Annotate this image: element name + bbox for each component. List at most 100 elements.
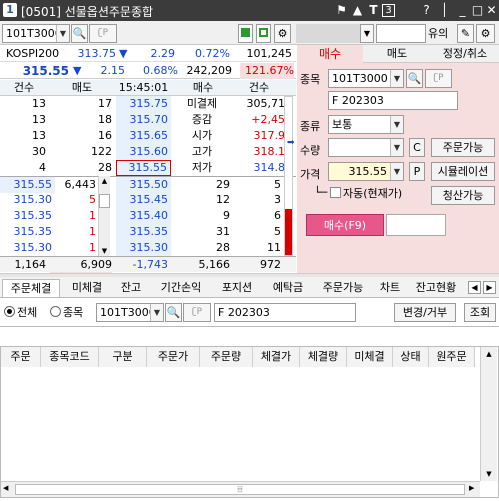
c-button[interactable]: C xyxy=(409,138,425,157)
help-icon[interactable]: ? xyxy=(419,2,434,18)
ask-row[interactable]: 30 122 315.60 고가 318.10 xyxy=(0,144,296,160)
chevron-down-icon[interactable]: ▼ xyxy=(150,304,163,321)
ask-row[interactable]: 4 28 315.55 저가 314.80 xyxy=(0,160,296,176)
bid-price[interactable]: 315.35 xyxy=(116,224,171,240)
settle-button[interactable]: 청산가능 xyxy=(431,186,495,205)
code-select[interactable]: 101T3000 ▼ xyxy=(2,24,70,43)
ask-price[interactable]: 315.75 xyxy=(116,96,171,112)
scroll-down-icon[interactable]: ▼ xyxy=(99,246,110,256)
ask-price[interactable]: 315.65 xyxy=(116,128,171,144)
tab-position[interactable]: 포지션 xyxy=(212,279,262,297)
trade-scrollbar[interactable]: ▲ ▼ xyxy=(98,176,110,256)
tab-balance-status[interactable]: 잔고현황 xyxy=(408,279,464,297)
bid-row[interactable]: 315.35 1 315.35 31 5 xyxy=(0,224,296,240)
minimize-icon[interactable]: _ xyxy=(455,2,470,18)
chevron-down-icon[interactable]: ▼ xyxy=(390,70,403,87)
bid-price[interactable]: 315.50 xyxy=(116,177,171,193)
scroll-down-icon[interactable]: ▼ xyxy=(481,467,497,481)
hscroll-thumb[interactable]: ⦙⦙⦙ xyxy=(15,484,465,495)
chevron-down-icon[interactable]: ▼ xyxy=(390,163,403,180)
simulation-button[interactable]: 시뮬레이션 xyxy=(431,162,495,181)
gear-icon[interactable]: ⚙ xyxy=(274,24,291,43)
search-icon[interactable]: 🔍 xyxy=(71,24,88,43)
bid-row[interactable]: 315.55 6,443 315.50 29 5 xyxy=(0,176,296,193)
col-unfilled[interactable]: 미체결 xyxy=(347,347,393,367)
current-ask-price[interactable]: 315.55 xyxy=(116,160,171,176)
chevron-left-icon[interactable]: ◀ xyxy=(468,281,481,294)
col-order-price[interactable]: 주문가 xyxy=(147,347,200,367)
layout-icon[interactable] xyxy=(238,24,253,43)
chevron-down-icon[interactable]: ▼ xyxy=(360,24,374,43)
search-icon[interactable]: 🔍 xyxy=(406,69,423,88)
edit-icon[interactable]: ✎ xyxy=(457,24,474,43)
text-icon[interactable]: T xyxy=(366,2,381,18)
link-icon[interactable]: ʗP xyxy=(89,24,117,43)
gear-icon[interactable]: ⚙ xyxy=(476,24,495,43)
tab-order-fill[interactable]: 주문체결 xyxy=(2,279,60,297)
buy-button[interactable]: 매수(F9) xyxy=(306,214,384,236)
password-input[interactable] xyxy=(376,24,426,43)
ask-price[interactable]: 315.60 xyxy=(116,144,171,160)
order-type-select[interactable]: 보통 ▼ xyxy=(328,115,404,134)
tab-order-available[interactable]: 주문가능 xyxy=(314,279,372,297)
flag-icon[interactable]: ⚑ xyxy=(334,2,349,18)
col-origin-order[interactable]: 원주문 xyxy=(429,347,475,367)
tab-unfilled[interactable]: 미체결 xyxy=(62,279,112,297)
search-icon[interactable]: 🔍 xyxy=(165,303,182,322)
bid-price[interactable]: 315.45 xyxy=(116,192,171,208)
scroll-right-icon[interactable]: ▶ xyxy=(469,484,474,492)
bid-row[interactable]: 315.30 1 315.30 28 11 xyxy=(0,240,296,256)
tab-deposit[interactable]: 예탁금 xyxy=(264,279,312,297)
link-icon[interactable]: ʗP xyxy=(183,303,211,322)
scroll-up-icon[interactable]: ▲ xyxy=(481,347,497,361)
col-order[interactable]: 주문 xyxy=(1,347,41,367)
chevron-down-icon[interactable]: ▼ xyxy=(390,139,403,156)
window-tool-icon[interactable]: ▲ xyxy=(350,2,365,18)
col-status[interactable]: 상태 xyxy=(393,347,429,367)
bid-row[interactable]: 315.35 1 315.40 9 6 xyxy=(0,208,296,224)
qty-input[interactable]: ▼ xyxy=(328,138,404,157)
link-icon[interactable]: ʗP xyxy=(425,69,452,88)
col-fill-price[interactable]: 체결가 xyxy=(253,347,300,367)
scroll-thumb[interactable] xyxy=(99,194,110,208)
ask-price[interactable]: 315.70 xyxy=(116,112,171,128)
col-code[interactable]: 종목코드 xyxy=(41,347,99,367)
tab-period-pnl[interactable]: 기간손익 xyxy=(152,279,210,297)
ask-row[interactable]: 13 17 315.75 미결제 305,719 xyxy=(0,96,296,112)
close-icon[interactable]: ✕ xyxy=(484,2,499,18)
chevron-right-icon[interactable]: ▶ xyxy=(483,281,496,294)
scroll-up-icon[interactable]: ▲ xyxy=(99,176,110,186)
query-button[interactable]: 조회 xyxy=(464,303,496,322)
window-icon[interactable] xyxy=(256,24,271,43)
tab-balance[interactable]: 잔고 xyxy=(114,279,148,297)
tab-buy[interactable]: 매수 xyxy=(297,45,363,63)
radio-item[interactable] xyxy=(50,306,61,317)
info-icon[interactable]: │ xyxy=(437,2,452,18)
tab-sell[interactable]: 매도 xyxy=(367,45,427,63)
grid-vscroll[interactable]: ▲ ▼ xyxy=(480,347,497,481)
scroll-left-icon[interactable]: ◀ xyxy=(3,484,8,492)
chevron-down-icon[interactable]: ▼ xyxy=(390,116,403,133)
available-button[interactable]: 주문가능 xyxy=(431,138,495,157)
order-code-select[interactable]: 101T3000 ▼ xyxy=(328,69,404,88)
modify-reject-button[interactable]: 변경/거부 xyxy=(394,303,456,322)
col-fill-qty[interactable]: 체결량 xyxy=(300,347,347,367)
p-button[interactable]: P xyxy=(409,162,425,181)
bid-price[interactable]: 315.30 xyxy=(116,240,171,256)
radio-all[interactable] xyxy=(4,306,15,317)
col-type[interactable]: 구분 xyxy=(99,347,147,367)
ask-row[interactable]: 13 18 315.70 증감 +2,456 xyxy=(0,112,296,128)
filter-code-select[interactable]: 101T3000 ▼ xyxy=(96,303,164,322)
chevron-down-icon[interactable]: ▼ xyxy=(56,25,69,42)
tab-modify-cancel[interactable]: 정정/취소 xyxy=(431,45,499,63)
screen-number-icon[interactable]: 3 xyxy=(382,4,395,17)
price-input[interactable]: 315.55 ▼ xyxy=(328,162,404,181)
tab-chart[interactable]: 차트 xyxy=(374,279,406,297)
grid-hscroll[interactable]: ◀ ⦙⦙⦙ ▶ xyxy=(1,481,480,497)
maximize-icon[interactable]: □ xyxy=(470,2,485,18)
bid-price[interactable]: 315.40 xyxy=(116,208,171,224)
col-order-qty[interactable]: 주문량 xyxy=(200,347,253,367)
bid-row[interactable]: 315.30 5 315.45 12 3 xyxy=(0,192,296,208)
ask-row[interactable]: 13 16 315.65 시가 317.95 xyxy=(0,128,296,144)
auto-price-checkbox[interactable] xyxy=(330,187,341,198)
